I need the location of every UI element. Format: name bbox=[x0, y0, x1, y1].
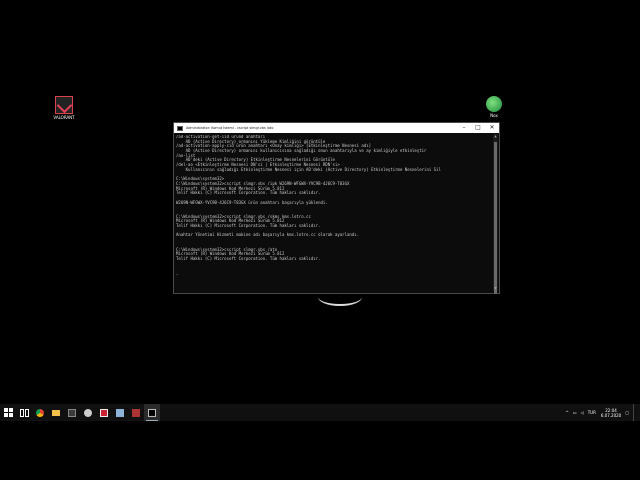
system-tray: ^ ▭ ◁ TUR 22:04 6.07.2020 ▢ bbox=[561, 404, 636, 421]
network-icon[interactable]: ▭ bbox=[573, 410, 577, 415]
task-view-button[interactable] bbox=[16, 404, 32, 421]
language-indicator[interactable]: TUR bbox=[588, 410, 596, 415]
taskbar-app-chrome[interactable] bbox=[32, 404, 48, 421]
scroll-down-arrow-icon[interactable]: ▼ bbox=[493, 286, 498, 291]
taskbar-app-cmd[interactable] bbox=[144, 404, 160, 421]
game-icon bbox=[132, 408, 140, 417]
scroll-thumb[interactable] bbox=[494, 142, 497, 294]
nox-icon bbox=[486, 96, 502, 112]
taskbar-app-tool[interactable] bbox=[96, 404, 112, 421]
tool-icon bbox=[100, 408, 108, 417]
vertical-scrollbar[interactable]: ▲ ▼ bbox=[493, 134, 498, 294]
desktop-icon-valorant[interactable]: VALORANT bbox=[44, 96, 84, 120]
taskbar-app-files[interactable] bbox=[112, 404, 128, 421]
taskbar-app-explorer[interactable] bbox=[48, 404, 64, 421]
close-button[interactable]: ✕ bbox=[485, 123, 499, 133]
desktop-icon-label: VALORANT bbox=[53, 115, 75, 120]
taskbar-app-store[interactable] bbox=[64, 404, 80, 421]
store-icon bbox=[68, 408, 76, 417]
show-desktop-button[interactable] bbox=[633, 404, 636, 421]
clock-date: 6.07.2020 bbox=[600, 412, 622, 418]
taskbar-app-steam[interactable] bbox=[80, 404, 96, 421]
tray-overflow-chevron-icon[interactable]: ^ bbox=[565, 410, 568, 415]
desktop-icon-label: Nox bbox=[490, 113, 498, 118]
folder-icon bbox=[52, 409, 60, 416]
windows-logo-icon bbox=[3, 408, 13, 417]
window-titlebar[interactable]: Administrator: Komut İstemi - cscript sl… bbox=[174, 123, 499, 133]
cmd-icon bbox=[148, 408, 156, 417]
desktop-icon-nox[interactable]: Nox bbox=[474, 96, 514, 118]
clock[interactable]: 22:04 6.07.2020 bbox=[601, 408, 621, 418]
chrome-icon bbox=[36, 408, 44, 417]
maximize-button[interactable]: □ bbox=[471, 123, 485, 133]
valorant-icon bbox=[55, 96, 73, 114]
console-window[interactable]: Administrator: Komut İstemi - cscript sl… bbox=[173, 122, 500, 294]
notification-icon[interactable]: ▢ bbox=[625, 410, 629, 415]
console-line: _ bbox=[176, 269, 179, 275]
start-button[interactable] bbox=[0, 404, 16, 421]
task-view-icon bbox=[19, 408, 29, 417]
desktop: VALORANT Nox Administrator: Komut İstemi… bbox=[0, 0, 640, 480]
console-output[interactable]: /ad-activation-get-iid üründ anahtarı AD… bbox=[176, 135, 491, 291]
minimize-button[interactable]: – bbox=[457, 123, 471, 133]
steam-icon bbox=[84, 408, 92, 417]
taskbar-app-game[interactable] bbox=[128, 404, 144, 421]
volume-icon[interactable]: ◁ bbox=[581, 410, 584, 415]
cmd-icon bbox=[177, 125, 183, 131]
letterbox-bottom bbox=[0, 421, 640, 480]
scroll-up-arrow-icon[interactable]: ▲ bbox=[493, 134, 498, 139]
window-title: Administrator: Komut İstemi - cscript sl… bbox=[186, 126, 274, 130]
taskbar: ^ ▭ ◁ TUR 22:04 6.07.2020 ▢ bbox=[0, 404, 640, 421]
files-icon bbox=[116, 408, 124, 417]
